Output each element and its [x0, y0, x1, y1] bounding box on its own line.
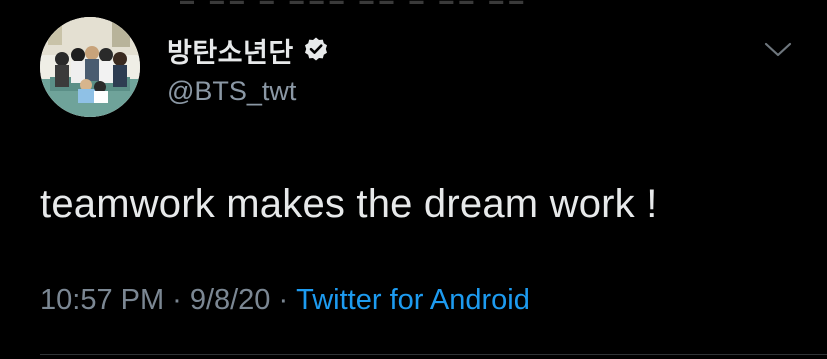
tweet-text: teamwork makes the dream work !	[40, 182, 658, 226]
divider	[40, 354, 827, 355]
user-handle[interactable]: @BTS_twt	[167, 76, 296, 107]
meta-separator: ·	[172, 284, 182, 316]
tweet-time[interactable]: 10:57 PM	[40, 284, 164, 316]
tweet-date[interactable]: 9/8/20	[190, 284, 271, 316]
avatar[interactable]	[40, 17, 140, 117]
meta-separator: ·	[278, 284, 289, 316]
display-name[interactable]: 방탄소년단	[167, 31, 294, 70]
author-row[interactable]: 방탄소년단	[167, 31, 330, 70]
avatar-photo	[40, 17, 140, 117]
tweet-metadata: 10:57 PM · 9/8/20 · Twitter for Android	[40, 284, 530, 317]
tweet-source-link[interactable]: Twitter for Android	[296, 284, 530, 316]
chevron-down-icon[interactable]	[764, 40, 792, 60]
verified-badge-icon	[302, 36, 330, 64]
previous-tweet-cutoff: ▬ ▬▬ ▬ ▬▬▬ ▬▬ ▬ ▬▬ ▬▬	[180, 0, 560, 4]
